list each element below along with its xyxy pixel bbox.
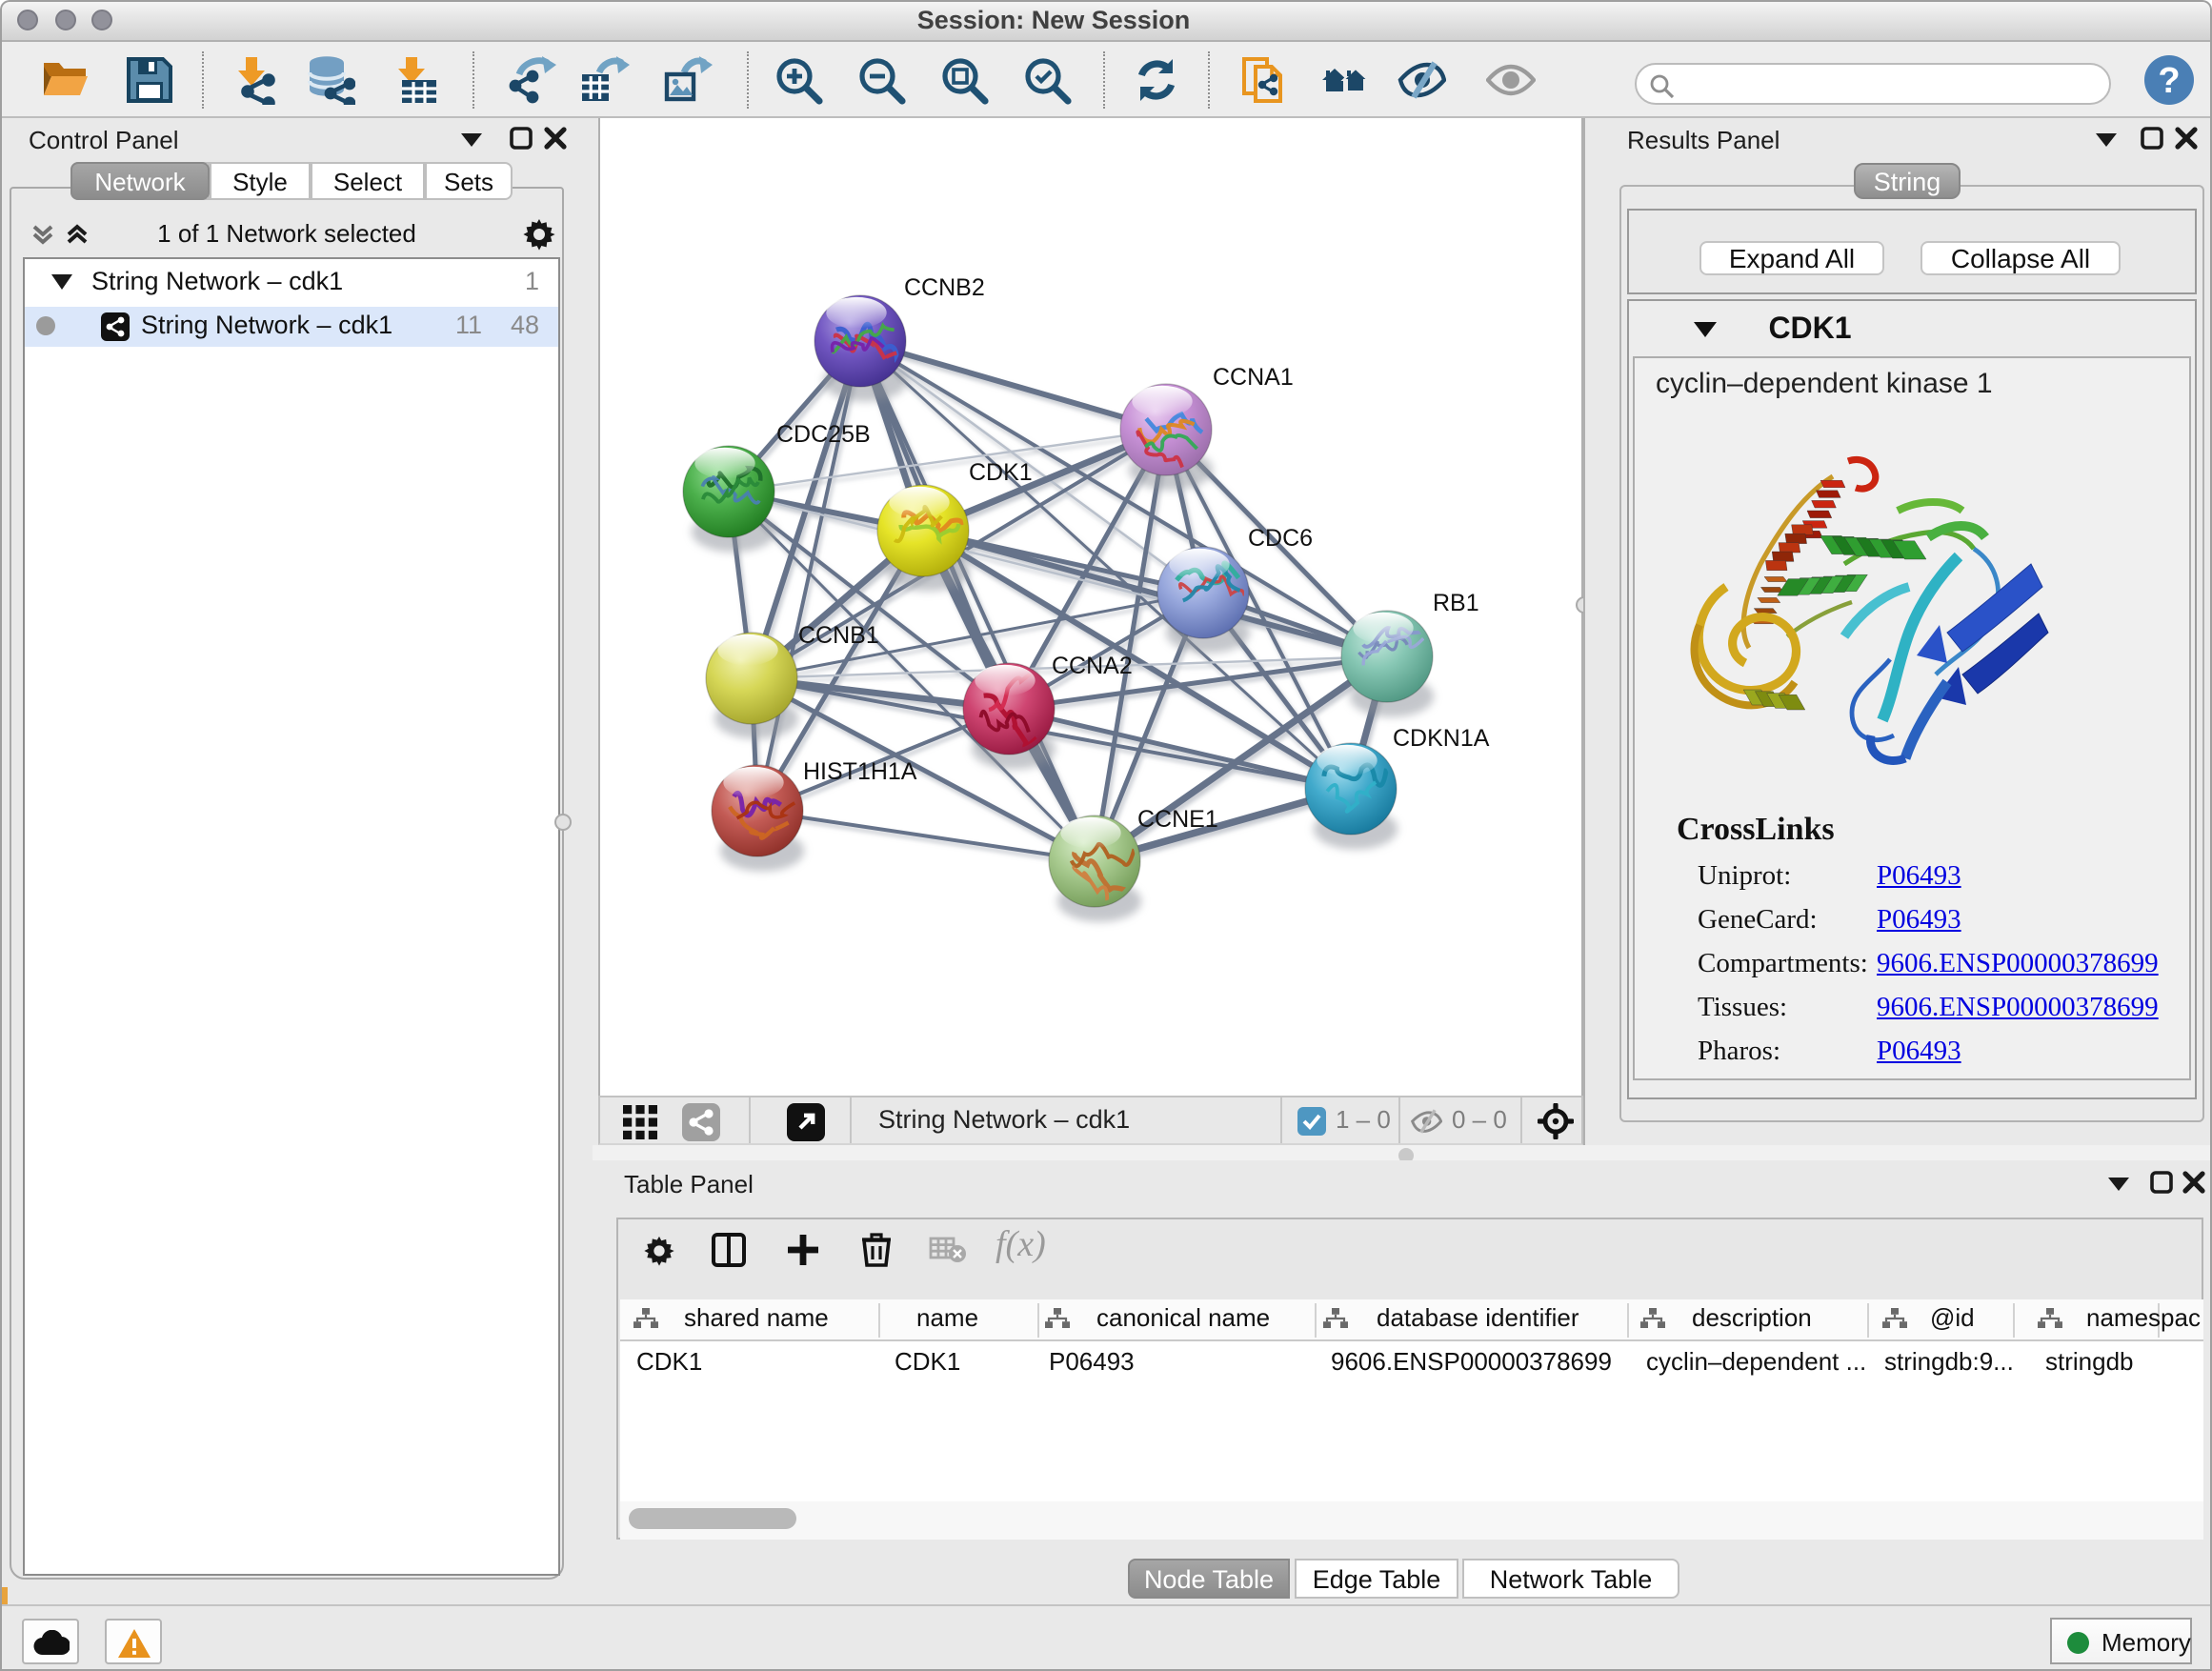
svg-text:CDC6: CDC6 xyxy=(1248,525,1313,552)
svg-text:RB1: RB1 xyxy=(1433,590,1479,616)
svg-text:CCNE1: CCNE1 xyxy=(1137,806,1218,833)
svg-text:CCNB2: CCNB2 xyxy=(904,274,985,301)
svg-text:CCNB1: CCNB1 xyxy=(798,622,879,649)
svg-text:?: ? xyxy=(2158,61,2180,101)
svg-text:CDK1: CDK1 xyxy=(969,459,1033,486)
svg-text:CCNA1: CCNA1 xyxy=(1213,364,1294,391)
svg-text:CCNA2: CCNA2 xyxy=(1052,653,1133,679)
svg-text:CDKN1A: CDKN1A xyxy=(1393,725,1490,752)
svg-text:CDC25B: CDC25B xyxy=(776,421,871,448)
svg-text:HIST1H1A: HIST1H1A xyxy=(803,758,917,785)
